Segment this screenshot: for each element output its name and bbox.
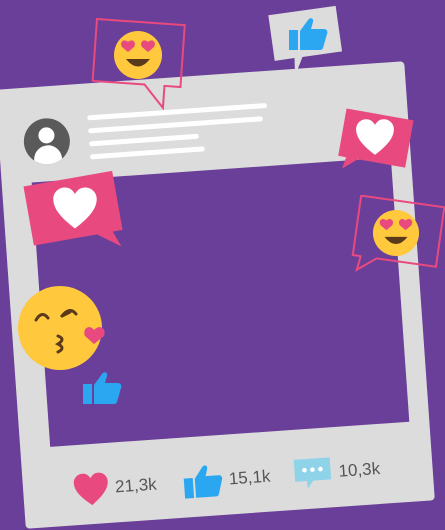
post-text-line: [89, 146, 205, 160]
post-stats-bar: 21,3k 15,1k 10,3k: [62, 447, 404, 511]
heart-eyes-emoji-icon: [372, 209, 420, 257]
likes-count: 21,3k: [114, 474, 158, 497]
thumbs-count: 15,1k: [228, 466, 272, 489]
comments-count: 10,3k: [337, 458, 381, 481]
heart-icon: [73, 472, 108, 506]
heart-bubble-right: [335, 108, 415, 178]
heart-icon: [53, 187, 97, 229]
heart-eyes-bubble-right: [350, 195, 445, 285]
likes-stat[interactable]: 21,3k: [72, 465, 158, 511]
avatar-icon: [22, 116, 72, 166]
post-text-line: [88, 133, 200, 147]
kiss-emoji-icon: [18, 284, 113, 374]
comments-stat[interactable]: 10,3k: [291, 449, 381, 495]
thumbs-up-icon: [289, 18, 328, 50]
heart-bubble-left: [22, 168, 127, 258]
comment-icon: [293, 457, 332, 490]
heart-icon: [356, 119, 394, 155]
post-text-line: [88, 116, 263, 134]
thumbs-up-icon: [183, 465, 223, 499]
heart-eyes-bubble: [88, 18, 188, 113]
heart-eyes-emoji-icon: [114, 31, 162, 79]
thumbs-bubble: [268, 4, 348, 79]
thumbs-up-icon: [82, 370, 122, 406]
thumbs-stat[interactable]: 15,1k: [182, 457, 272, 503]
